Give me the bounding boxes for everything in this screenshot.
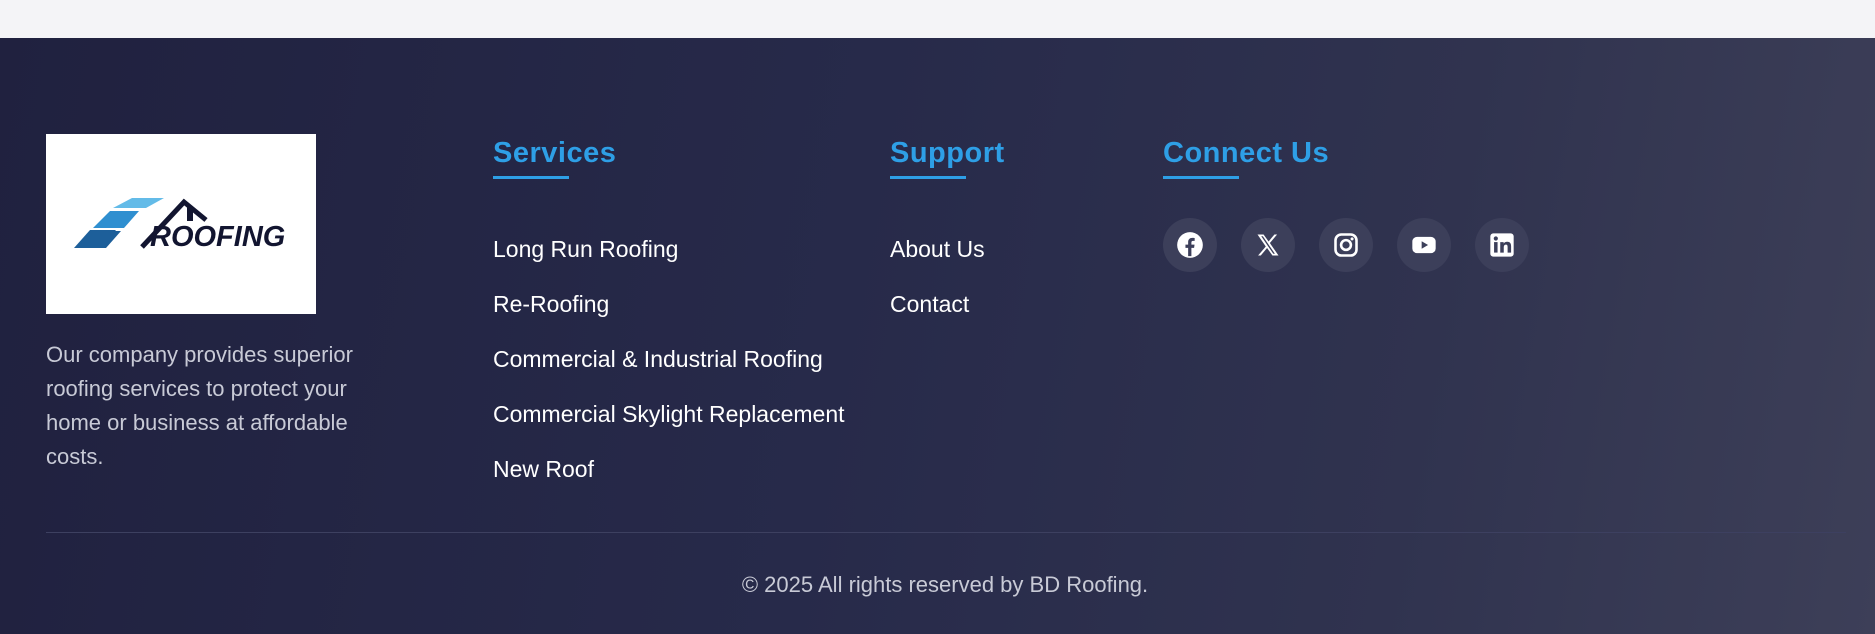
linkedin-link[interactable] [1475, 218, 1529, 272]
services-link-re-roofing[interactable]: Re-Roofing [493, 277, 845, 332]
services-heading: Services [493, 137, 617, 169]
facebook-icon [1177, 232, 1203, 258]
services-link-new-roof[interactable]: New Roof [493, 442, 845, 497]
company-description: Our company provides superior roofing se… [46, 342, 353, 469]
page-top-strip [0, 0, 1875, 38]
company-logo[interactable]: ROOFING [46, 134, 316, 314]
services-column: Services Long Run Roofing Re-Roofing Com… [493, 134, 883, 482]
youtube-icon [1412, 236, 1436, 254]
support-heading: Support [890, 137, 1005, 169]
x-icon [1257, 234, 1279, 256]
x-link[interactable] [1241, 218, 1295, 272]
services-link-commercial-industrial-roofing[interactable]: Commercial & Industrial Roofing [493, 332, 845, 387]
support-heading-underline [890, 176, 966, 179]
connect-column: Connect Us [1163, 134, 1563, 272]
linkedin-icon [1490, 233, 1514, 257]
facebook-link[interactable] [1163, 218, 1217, 272]
logo-text: ROOFING [150, 221, 285, 253]
connect-heading: Connect Us [1163, 137, 1330, 169]
support-link-about-us[interactable]: About Us [890, 222, 985, 277]
support-column: Support About Us Contact [890, 134, 1130, 317]
roofing-logo-icon: ROOFING [74, 198, 285, 253]
instagram-link[interactable] [1319, 218, 1373, 272]
copyright-text: © 2025 All rights reserved by BD Roofing… [741, 572, 1149, 597]
services-list: Long Run Roofing Re-Roofing Commercial &… [493, 222, 845, 497]
support-list: About Us Contact [890, 222, 985, 332]
services-link-commercial-skylight-replacement[interactable]: Commercial Skylight Replacement [493, 387, 845, 442]
support-link-contact[interactable]: Contact [890, 277, 985, 332]
services-heading-underline [493, 176, 569, 179]
site-footer: ROOFING Our company provides superior ro… [0, 38, 1875, 634]
connect-heading-underline [1163, 176, 1239, 179]
youtube-link[interactable] [1397, 218, 1451, 272]
instagram-icon [1334, 233, 1358, 257]
social-links [1163, 218, 1529, 272]
footer-divider [46, 532, 1846, 533]
services-link-long-run-roofing[interactable]: Long Run Roofing [493, 222, 845, 277]
